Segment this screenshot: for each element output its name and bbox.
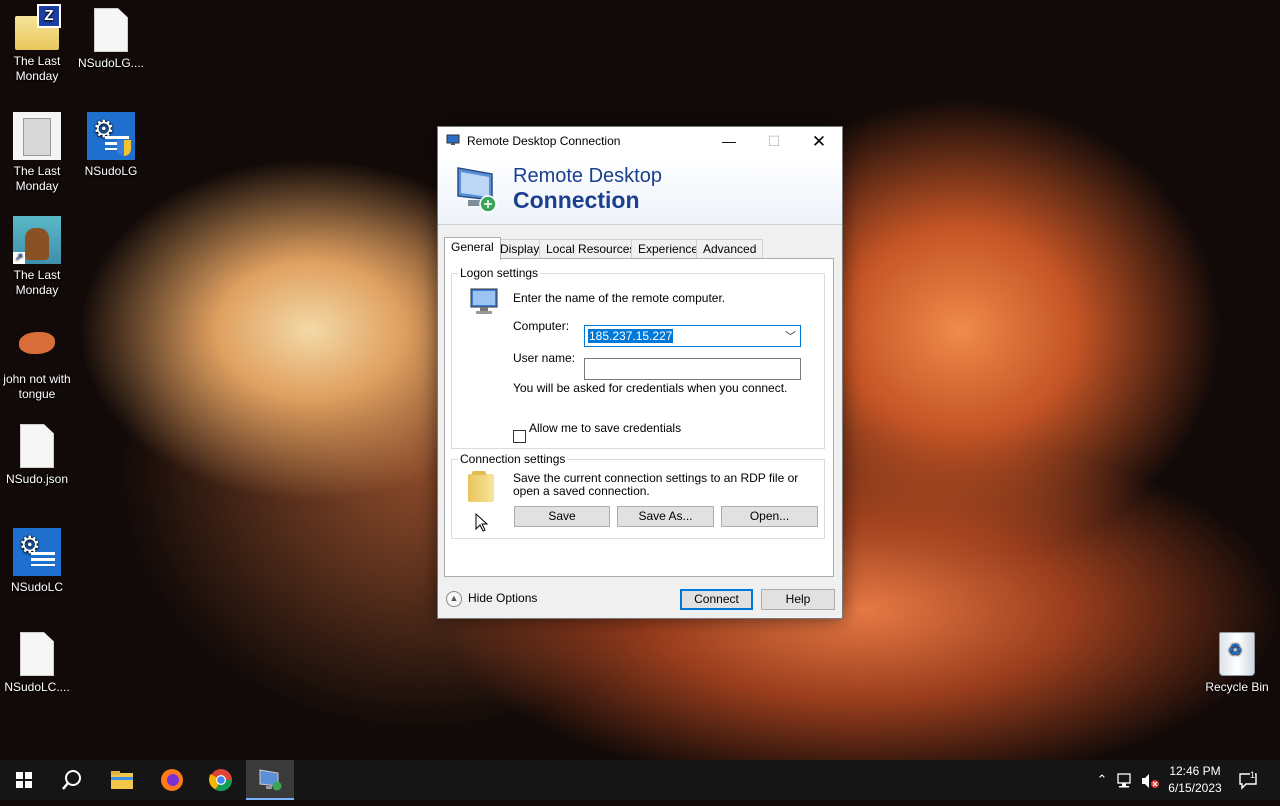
desktop-icon-nsudolc-file[interactable]: NSudoLC....	[0, 626, 74, 695]
remote-desktop-dialog: Remote Desktop Connection — ☐ ✕ Remote D…	[437, 126, 843, 619]
desktop-icon-nsudolc[interactable]: ⚙ NSudoLC	[0, 522, 74, 595]
file-icon	[94, 8, 128, 52]
banner-title-line2: Connection	[513, 187, 640, 213]
connect-button[interactable]: Connect	[680, 589, 753, 610]
remote-desktop-taskbar-button[interactable]	[246, 760, 294, 800]
desktop-icon-label: john not with tongue	[3, 372, 71, 401]
desktop-icon-label: NSudoLG....	[77, 56, 145, 70]
network-icon[interactable]	[1115, 760, 1137, 800]
chevron-down-icon[interactable]: ﹀	[785, 328, 796, 344]
chrome-button[interactable]	[197, 760, 245, 800]
desktop-icon-the-last-monday-zip[interactable]: Z The Last Monday	[0, 2, 74, 84]
taskbar: ⌃ 12:46 PM 6/15/2023 1	[0, 760, 1280, 800]
save-as-button[interactable]: Save As...	[617, 506, 714, 527]
chevron-up-icon: ▲	[446, 591, 462, 607]
monitor-icon	[457, 167, 497, 213]
help-button[interactable]: Help	[761, 589, 835, 610]
computer-icon	[470, 288, 498, 314]
show-hidden-icons-button[interactable]: ⌃	[1092, 760, 1112, 800]
logon-instruction: Enter the name of the remote computer.	[513, 291, 726, 305]
desktop-icon-label: NSudo.json	[5, 472, 69, 486]
firefox-button[interactable]	[148, 760, 196, 800]
file-icon	[20, 424, 54, 468]
file-explorer-button[interactable]	[98, 760, 146, 800]
banner-title-line1: Remote Desktop	[513, 165, 662, 187]
document-icon	[13, 112, 61, 160]
desktop-icon-the-last-monday-image[interactable]: ↗ The Last Monday	[0, 210, 74, 298]
connection-settings-label: Connection settings	[458, 452, 568, 466]
minimize-button[interactable]: —	[706, 127, 752, 156]
remote-desktop-icon	[259, 769, 282, 791]
hide-options-label: Hide Options	[468, 591, 538, 606]
file-icon	[20, 632, 54, 676]
tab-local-resources[interactable]: Local Resources	[539, 239, 643, 259]
search-icon	[62, 770, 81, 790]
connection-settings-group: Connection settings Save the current con…	[451, 452, 825, 539]
desktop-icon-label: NSudoLG	[84, 164, 138, 178]
taskbar-clock[interactable]: 12:46 PM 6/15/2023	[1162, 763, 1228, 797]
file-explorer-icon	[111, 771, 133, 789]
username-input[interactable]	[584, 358, 801, 380]
close-button[interactable]: ✕	[796, 127, 842, 156]
credentials-note: You will be asked for credentials when y…	[513, 381, 788, 395]
zip-folder-icon: Z	[15, 4, 61, 50]
save-credentials-label[interactable]: Allow me to save credentials	[529, 421, 681, 435]
desktop-icon-label: The Last Monday	[13, 164, 61, 193]
title-bar[interactable]: Remote Desktop Connection — ☐ ✕	[438, 127, 842, 156]
notification-icon	[1239, 772, 1257, 790]
nsudo-app-icon: ⚙	[87, 112, 135, 160]
image-icon	[13, 320, 61, 368]
logon-settings-label: Logon settings	[458, 266, 541, 280]
desktop-icon-label: NSudoLC	[10, 580, 64, 594]
desktop-icon-label: NSudoLC....	[4, 680, 70, 694]
mouse-cursor-icon	[475, 513, 488, 532]
desktop-icon-the-last-monday-doc[interactable]: The Last Monday	[0, 106, 74, 194]
volume-muted-icon[interactable]	[1139, 760, 1161, 800]
hide-options-toggle[interactable]: ▲ Hide Options	[446, 591, 537, 607]
desktop-icon-recycle-bin[interactable]: Recycle Bin	[1200, 626, 1274, 695]
notification-count: 1	[1250, 769, 1256, 781]
tab-experience[interactable]: Experience	[631, 239, 706, 259]
computer-combobox[interactable]: 185.237.15.227 ﹀	[584, 325, 801, 347]
clock-time: 12:46 PM	[1169, 764, 1221, 778]
start-button[interactable]	[0, 760, 48, 800]
desktop-icon-john-not-with-tongue[interactable]: john not with tongue	[0, 314, 74, 402]
desktop-icon-label: The Last Monday	[13, 54, 61, 83]
save-button[interactable]: Save	[514, 506, 610, 527]
clock-date: 6/15/2023	[1168, 781, 1222, 795]
action-center-button[interactable]: 1	[1234, 760, 1264, 800]
folder-icon	[468, 471, 494, 502]
desktop-icon-nsudolg-file[interactable]: NSudoLG....	[74, 2, 148, 71]
remote-desktop-app-icon	[446, 134, 460, 145]
general-tab-panel: Logon settings Enter the name of the rem…	[444, 258, 834, 577]
open-button[interactable]: Open...	[721, 506, 818, 527]
desktop-icon-nsudo-json[interactable]: NSudo.json	[0, 418, 74, 487]
banner: Remote Desktop Connection	[438, 156, 842, 225]
desktop-icon-label: The Last Monday	[13, 268, 61, 297]
tab-advanced[interactable]: Advanced	[696, 239, 764, 259]
firefox-icon	[161, 769, 183, 791]
logon-settings-group: Logon settings Enter the name of the rem…	[451, 266, 825, 449]
computer-label: Computer:	[513, 319, 570, 333]
nsudo-app-icon: ⚙	[13, 528, 61, 576]
connection-description: Save the current connection settings to …	[513, 471, 799, 498]
save-credentials-checkbox[interactable]	[513, 430, 526, 443]
desktop-icon-nsudolg[interactable]: ⚙ NSudoLG	[74, 106, 148, 179]
username-label: User name:	[513, 351, 576, 365]
search-button[interactable]	[48, 760, 96, 800]
image-shortcut-icon: ↗	[13, 216, 61, 264]
recycle-bin-icon	[1219, 632, 1255, 676]
desktop-icon-label: Recycle Bin	[1205, 680, 1269, 694]
chrome-icon	[209, 769, 232, 791]
computer-value: 185.237.15.227	[588, 329, 674, 343]
tab-general[interactable]: General	[444, 237, 501, 260]
window-title: Remote Desktop Connection	[467, 134, 621, 148]
maximize-button[interactable]: ☐	[751, 127, 797, 156]
windows-logo-icon	[16, 772, 32, 788]
